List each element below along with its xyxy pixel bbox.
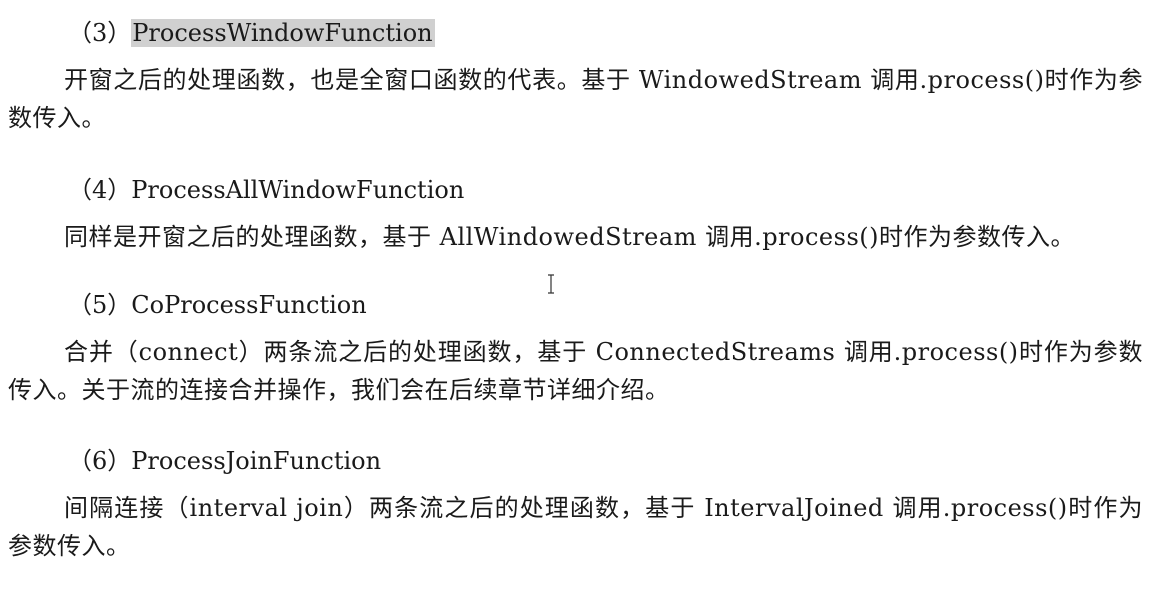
- section-heading-6: （6）ProcessJoinFunction: [68, 445, 381, 477]
- section-number: （5）: [68, 291, 132, 319]
- section-number: （4）: [68, 176, 132, 204]
- section-body-5: 合并（connect）两条流之后的处理函数，基于 ConnectedStream…: [8, 338, 1143, 404]
- text-cursor-icon: [548, 274, 554, 294]
- section-body-4: 同样是开窗之后的处理函数，基于 AllWindowedStream 调用.pro…: [64, 223, 1075, 251]
- section-title: CoProcessFunction: [131, 291, 367, 319]
- section-title: ProcessAllWindowFunction: [131, 176, 465, 204]
- document-page: （3）ProcessWindowFunction 开窗之后的处理函数，也是全窗口…: [0, 0, 1157, 593]
- section-heading-5: （5）CoProcessFunction: [68, 289, 367, 321]
- highlighted-selection[interactable]: ProcessWindowFunction: [131, 19, 435, 47]
- section-body-3: 开窗之后的处理函数，也是全窗口函数的代表。基于 WindowedStream 调…: [8, 66, 1143, 132]
- section-heading-4: （4）ProcessAllWindowFunction: [68, 174, 464, 206]
- section-title: ProcessJoinFunction: [131, 447, 382, 475]
- section-number: （6）: [68, 447, 132, 475]
- section-body-6: 间隔连接（interval join）两条流之后的处理函数，基于 Interva…: [8, 494, 1143, 560]
- section-heading-3: （3）ProcessWindowFunction: [68, 17, 435, 49]
- section-number: （3）: [68, 19, 132, 47]
